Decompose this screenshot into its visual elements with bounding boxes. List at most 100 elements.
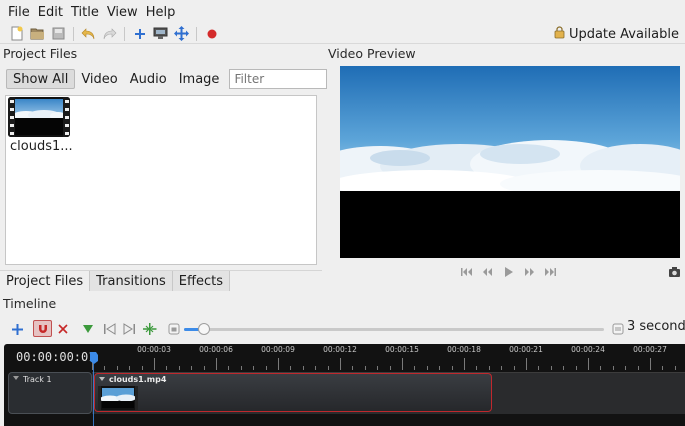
ruler-tick [129, 366, 131, 370]
ruler-label: 00:00:24 [571, 345, 605, 354]
ruler-tick [426, 366, 428, 370]
tab-project-files[interactable]: Project Files [0, 271, 91, 291]
ruler-tick [674, 366, 676, 370]
rewind-icon[interactable] [481, 266, 494, 278]
ruler-tick [513, 366, 515, 370]
tab-effects[interactable]: Effects [172, 271, 230, 291]
new-project-icon[interactable] [8, 25, 25, 42]
ruler-tick [377, 366, 379, 370]
timeline-ruler[interactable]: 00:00:03 00:00:06 00:00:09 00:00:12 00:00:15… [92, 344, 685, 370]
redo-icon[interactable] [101, 25, 118, 42]
ruler-tick [650, 358, 651, 370]
filter-image[interactable]: Image [173, 69, 226, 89]
zoom-slider-track[interactable] [184, 328, 604, 331]
ruler-tick [662, 366, 664, 370]
video-preview-heading: Video Preview [328, 46, 416, 61]
import-files-icon[interactable] [131, 25, 148, 42]
ruler-label: 00:00:21 [509, 345, 543, 354]
ruler-tick [315, 366, 317, 370]
menu-view[interactable]: View [103, 5, 142, 20]
ruler-tick [488, 366, 490, 370]
next-marker-icon[interactable] [121, 321, 137, 337]
ruler-tick [178, 366, 180, 370]
fast-forward-icon[interactable] [523, 266, 536, 278]
razor-icon[interactable] [55, 321, 71, 337]
add-marker-icon[interactable] [80, 321, 96, 337]
track-header[interactable]: Track 1 [8, 372, 92, 414]
ruler-tick [191, 366, 193, 370]
ruler-tick [278, 358, 279, 370]
ruler-tick [327, 366, 329, 370]
ruler-label: 00:00:27 [633, 345, 667, 354]
ruler-tick [302, 366, 304, 370]
toolbar-separator [196, 26, 197, 41]
ruler-tick [575, 366, 577, 370]
filter-input[interactable] [229, 69, 328, 89]
file-name: clouds1... [10, 139, 73, 154]
ruler-tick [265, 366, 267, 370]
timeline-heading: Timeline [3, 296, 57, 311]
ruler-label: 00:00:03 [137, 345, 171, 354]
zoom-out-icon[interactable] [166, 321, 182, 337]
menu-help[interactable]: Help [142, 5, 180, 20]
add-track-icon[interactable] [9, 321, 25, 337]
menu-file[interactable]: File [4, 5, 34, 20]
ruler-tick [588, 358, 589, 370]
ruler-tick [414, 366, 416, 370]
tab-transitions[interactable]: Transitions [90, 271, 173, 291]
snapshot-icon[interactable] [668, 266, 681, 282]
jump-start-icon[interactable] [460, 266, 473, 278]
profile-icon[interactable] [152, 25, 169, 42]
menu-edit[interactable]: Edit [34, 5, 67, 20]
ruler-label: 00:00:15 [385, 345, 419, 354]
ruler-tick [501, 366, 503, 370]
ruler-tick [476, 366, 478, 370]
clip-menu-icon[interactable] [99, 377, 105, 381]
ruler-tick [550, 366, 552, 370]
ruler-tick [240, 366, 242, 370]
film-sprocket-right [63, 97, 70, 137]
zoom-slider-handle[interactable] [198, 323, 210, 335]
ruler-tick [141, 366, 143, 370]
track-menu-icon[interactable] [13, 376, 19, 380]
ruler-tick [538, 366, 540, 370]
magnet-icon [38, 324, 47, 333]
ruler-tick [402, 358, 403, 370]
timecode-display: 00:00:00:01 [16, 350, 96, 364]
update-available-button[interactable]: Update Available [554, 25, 679, 43]
filter-show-all[interactable]: Show All [6, 69, 76, 89]
ruler-tick [439, 366, 441, 370]
previous-marker-icon[interactable] [101, 321, 117, 337]
ruler-tick [104, 366, 106, 370]
ruler-tick [563, 366, 565, 370]
ruler-tick [526, 358, 527, 370]
filter-audio[interactable]: Audio [124, 69, 173, 89]
center-playhead-icon[interactable] [141, 321, 157, 337]
menu-title[interactable]: Title [67, 5, 103, 20]
film-sprocket-left [8, 97, 15, 137]
undo-icon[interactable] [80, 25, 97, 42]
video-frame [340, 66, 680, 258]
ruler-tick [464, 358, 465, 370]
ruler-tick [389, 366, 391, 370]
ruler-tick [451, 366, 453, 370]
ruler-tick [116, 366, 118, 370]
play-icon[interactable] [502, 266, 515, 278]
zoom-in-icon[interactable] [610, 321, 626, 337]
menubar: File Edit Title View Help [0, 0, 685, 24]
ruler-label: 00:00:09 [261, 345, 295, 354]
fullscreen-icon[interactable] [173, 25, 190, 42]
export-video-icon[interactable] [203, 25, 220, 42]
playhead-marker[interactable] [90, 352, 98, 364]
save-project-icon[interactable] [50, 25, 67, 42]
ruler-label: 00:00:12 [323, 345, 357, 354]
ruler-tick [216, 358, 217, 370]
jump-end-icon[interactable] [544, 266, 557, 278]
ruler-label: 00:00:18 [447, 345, 481, 354]
open-project-icon[interactable] [29, 25, 46, 42]
timeline-clip[interactable]: clouds1.mp4 [94, 373, 492, 412]
filter-video[interactable]: Video [75, 69, 123, 89]
ruler-tick [228, 366, 230, 370]
ruler-tick [253, 366, 255, 370]
snapping-toggle[interactable] [33, 320, 52, 337]
